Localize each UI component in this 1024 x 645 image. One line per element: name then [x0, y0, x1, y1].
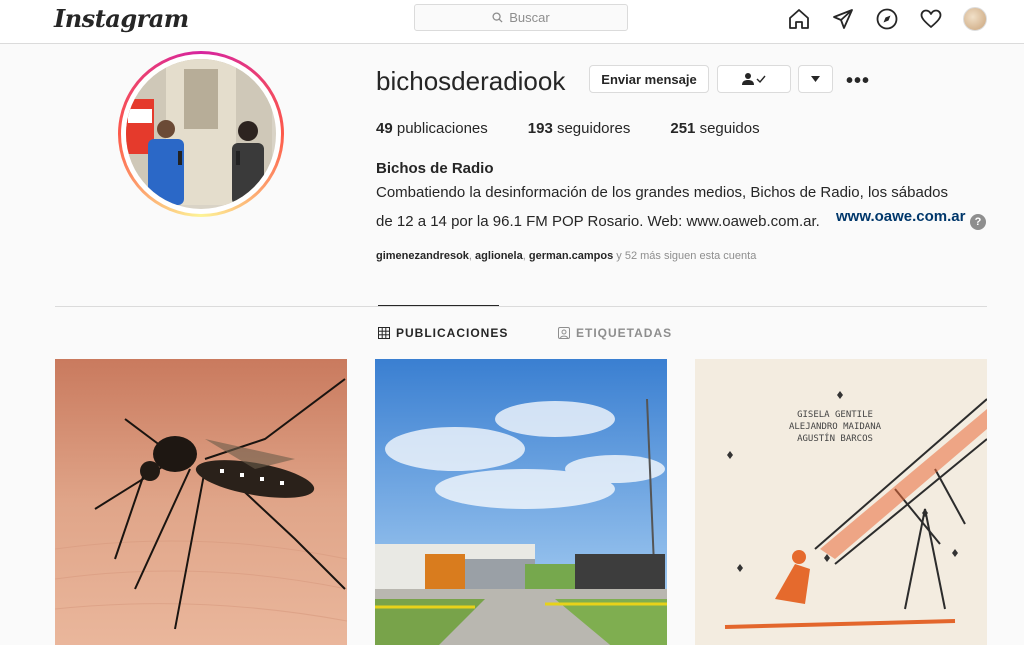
post-mosquito[interactable]: [55, 359, 347, 645]
more-options-icon[interactable]: •••: [846, 70, 870, 93]
post-telescope-illustration[interactable]: GISELA GENTILE ALEJANDRO MAIDANA AGUSTÍN…: [695, 359, 987, 645]
profile-website-link[interactable]: www.oawe.com.ar: [836, 208, 966, 225]
followed-by-text[interactable]: gimenezandresok, aglionela, german.campo…: [376, 250, 756, 262]
profile-stats: 49 publicaciones 193 seguidores 251 segu…: [376, 120, 760, 137]
send-message-button[interactable]: Enviar mensaje: [589, 65, 709, 93]
post-industrial-site[interactable]: [375, 359, 667, 645]
post-credit-2: ALEJANDRO MAIDANA: [789, 422, 882, 432]
explore-icon[interactable]: [874, 6, 900, 32]
profile-username: bichosderadiook: [376, 66, 566, 96]
avatar: [963, 7, 987, 31]
profile-full-name: Bichos de Radio: [376, 160, 494, 177]
suggestions-dropdown-button[interactable]: [798, 65, 833, 93]
user-check-icon: [742, 73, 766, 85]
heart-icon[interactable]: [918, 6, 944, 32]
active-tab-indicator: [378, 305, 499, 306]
search-input[interactable]: Buscar: [414, 4, 628, 31]
help-icon[interactable]: ?: [970, 214, 986, 230]
tabs-divider: [55, 306, 987, 307]
direct-icon[interactable]: [830, 6, 856, 32]
grid-icon: [378, 327, 390, 339]
tagged-user-icon: [558, 327, 570, 339]
search-icon: [492, 12, 503, 23]
profile-bio-line-1: Combatiendo la desinformación de los gra…: [376, 184, 948, 201]
profile-picture[interactable]: [118, 51, 284, 217]
post-credit-3: AGUSTÍN BARCOS: [797, 432, 873, 444]
stat-following[interactable]: 251 seguidos: [670, 120, 759, 137]
following-button[interactable]: [717, 65, 791, 93]
post-credit-1: GISELA GENTILE: [797, 410, 873, 420]
top-nav-bar: Instagram Buscar: [0, 0, 1024, 44]
profile-avatar[interactable]: [962, 6, 988, 32]
search-placeholder: Buscar: [509, 10, 550, 25]
stat-followers[interactable]: 193 seguidores: [528, 120, 631, 137]
home-icon[interactable]: [786, 6, 812, 32]
nav-icons: [786, 6, 988, 32]
profile-photo: [126, 59, 276, 209]
profile-bio-line-2: de 12 a 14 por la 96.1 FM POP Rosario. W…: [376, 213, 820, 230]
tab-publicaciones[interactable]: PUBLICACIONES: [378, 326, 508, 340]
chevron-down-icon: [811, 76, 820, 82]
tab-etiquetadas[interactable]: ETIQUETADAS: [558, 326, 672, 340]
instagram-logo[interactable]: Instagram: [54, 4, 189, 33]
stat-posts: 49 publicaciones: [376, 120, 488, 137]
